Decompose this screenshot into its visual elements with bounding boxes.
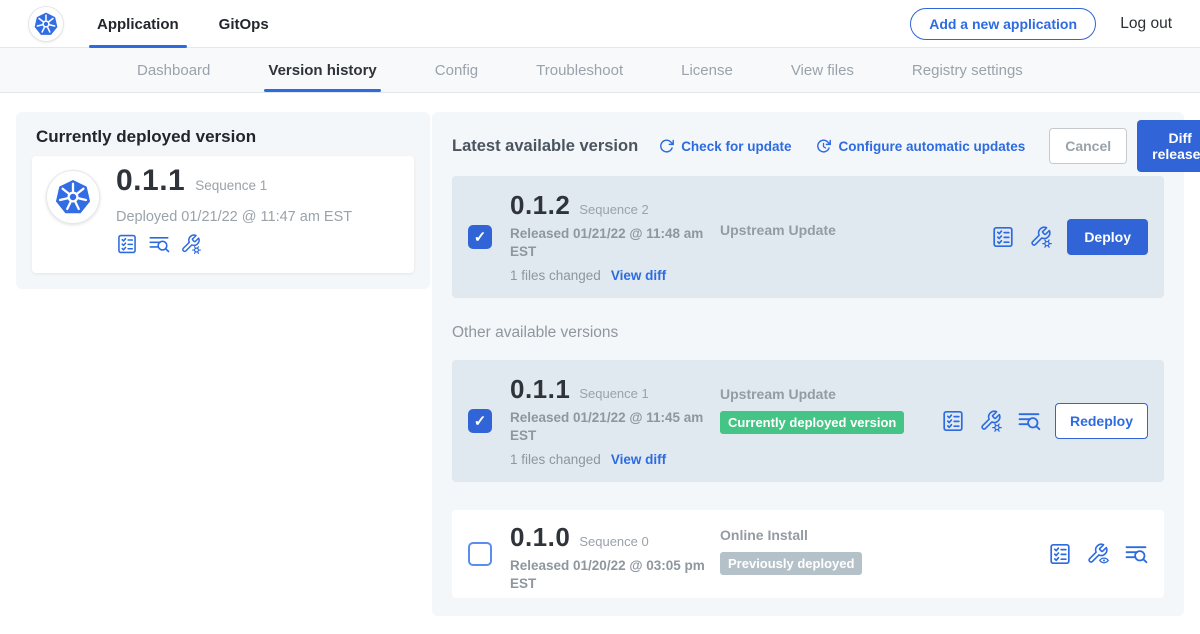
tab-gitops[interactable]: GitOps <box>219 0 269 48</box>
check-for-update-link[interactable]: Check for update <box>658 138 791 155</box>
kubernetes-logo <box>28 6 64 42</box>
version-source: Upstream Update Currently deployed versi… <box>720 386 904 434</box>
version-info: 0.1.0 Sequence 0 Released 01/20/22 @ 03:… <box>510 522 710 593</box>
preflight-checks-icon[interactable] <box>941 409 965 433</box>
cancel-button[interactable]: Cancel <box>1049 128 1127 164</box>
previously-deployed-badge: Previously deployed <box>720 552 862 575</box>
version-checkbox[interactable]: ✓ <box>468 409 492 433</box>
version-released: Released 01/21/22 @ 11:48 am EST <box>510 225 710 261</box>
deployed-version-sequence: Sequence 1 <box>195 178 267 193</box>
currently-deployed-panel: Currently deployed version 0.1.1 Sequenc… <box>16 112 430 289</box>
redeploy-button[interactable]: Redeploy <box>1055 403 1148 439</box>
currently-deployed-card: 0.1.1 Sequence 1 Deployed 01/21/22 @ 11:… <box>32 156 414 273</box>
version-checkbox[interactable] <box>468 542 492 566</box>
kubernetes-wheel-icon <box>52 176 94 218</box>
other-available-versions-title: Other available versions <box>452 324 618 342</box>
subnav-item-view-files[interactable]: View files <box>791 48 854 92</box>
deploy-logs-icon[interactable] <box>148 233 170 255</box>
deployed-version-line: 0.1.1 Sequence 1 <box>116 164 267 198</box>
version-source-label: Online Install <box>720 527 862 543</box>
deploy-logs-icon[interactable] <box>1124 542 1148 566</box>
app-window: Application GitOps Add a new application… <box>0 0 1200 634</box>
version-sequence: Sequence 1 <box>579 386 648 401</box>
version-source-label: Upstream Update <box>720 222 836 238</box>
view-diff-link[interactable]: View diff <box>611 452 666 467</box>
configure-automatic-updates-link[interactable]: Configure automatic updates <box>815 138 1025 155</box>
kubernetes-wheel-icon <box>32 10 60 38</box>
subnav-item-config[interactable]: Config <box>435 48 478 92</box>
version-source-label: Upstream Update <box>720 386 904 402</box>
version-info: 0.1.1 Sequence 1 Released 01/21/22 @ 11:… <box>510 374 710 467</box>
files-changed-label: 1 files changed <box>510 268 601 283</box>
diff-releases-button[interactable]: Diff releases <box>1137 120 1200 172</box>
check-for-update-label: Check for update <box>681 139 791 154</box>
version-released: Released 01/21/22 @ 11:45 am EST <box>510 409 710 445</box>
subnav-item-license[interactable]: License <box>681 48 733 92</box>
edit-config-icon[interactable] <box>1029 225 1053 249</box>
top-tabs: Application GitOps <box>97 0 269 48</box>
version-number: 0.1.1 <box>510 374 570 405</box>
version-info: 0.1.2 Sequence 2 Released 01/21/22 @ 11:… <box>510 190 710 283</box>
files-changed-label: 1 files changed <box>510 452 601 467</box>
latest-available-header: Latest available version Check for updat… <box>452 127 1168 165</box>
logout-button[interactable]: Log out <box>1120 0 1172 48</box>
preflight-checks-icon[interactable] <box>1048 542 1072 566</box>
view-diff-link[interactable]: View diff <box>611 268 666 283</box>
currently-deployed-title: Currently deployed version <box>36 127 430 147</box>
subnav-item-registry-settings[interactable]: Registry settings <box>912 48 1023 92</box>
version-sequence: Sequence 0 <box>579 534 648 549</box>
deploy-button[interactable]: Deploy <box>1067 219 1148 255</box>
deploy-logs-icon[interactable] <box>1017 409 1041 433</box>
version-row-0-1-0: 0.1.0 Sequence 0 Released 01/20/22 @ 03:… <box>452 510 1164 598</box>
deployed-version-number: 0.1.1 <box>116 164 185 198</box>
version-row-0-1-1: ✓ 0.1.1 Sequence 1 Released 01/21/22 @ 1… <box>452 360 1164 482</box>
deployed-timestamp: Deployed 01/21/22 @ 11:47 am EST <box>116 209 352 225</box>
deployed-version-actions <box>116 233 202 255</box>
version-actions <box>1048 542 1148 566</box>
subnav-item-dashboard[interactable]: Dashboard <box>137 48 210 92</box>
subnav-item-version-history[interactable]: Version history <box>268 48 376 92</box>
version-sequence: Sequence 2 <box>579 202 648 217</box>
app-subnav: Dashboard Version history Config Trouble… <box>0 48 1200 93</box>
refresh-icon <box>658 138 675 155</box>
version-row-0-1-2: ✓ 0.1.2 Sequence 2 Released 01/21/22 @ 1… <box>452 176 1164 298</box>
tab-application[interactable]: Application <box>97 0 179 48</box>
version-history-panel: Latest available version Check for updat… <box>432 112 1184 616</box>
version-released: Released 01/20/22 @ 03:05 pm EST <box>510 557 710 593</box>
latest-available-title: Latest available version <box>452 137 638 156</box>
add-new-application-button[interactable]: Add a new application <box>910 8 1096 40</box>
app-icon-badge <box>46 170 100 224</box>
currently-deployed-badge: Currently deployed version <box>720 411 904 434</box>
check-icon: ✓ <box>474 414 487 429</box>
version-actions: Redeploy <box>941 403 1148 439</box>
version-number: 0.1.2 <box>510 190 570 221</box>
preflight-checks-icon[interactable] <box>991 225 1015 249</box>
top-navbar: Application GitOps Add a new application… <box>0 0 1200 48</box>
view-config-icon[interactable] <box>1086 542 1110 566</box>
preflight-checks-icon[interactable] <box>116 233 138 255</box>
version-source: Upstream Update <box>720 222 836 238</box>
edit-config-icon[interactable] <box>180 233 202 255</box>
subnav-item-troubleshoot[interactable]: Troubleshoot <box>536 48 623 92</box>
configure-automatic-updates-label: Configure automatic updates <box>838 139 1025 154</box>
version-source: Online Install Previously deployed <box>720 527 862 575</box>
check-icon: ✓ <box>474 230 487 245</box>
version-actions: Deploy <box>991 219 1148 255</box>
clock-refresh-icon <box>815 138 832 155</box>
edit-config-icon[interactable] <box>979 409 1003 433</box>
version-number: 0.1.0 <box>510 522 570 553</box>
version-checkbox[interactable]: ✓ <box>468 225 492 249</box>
